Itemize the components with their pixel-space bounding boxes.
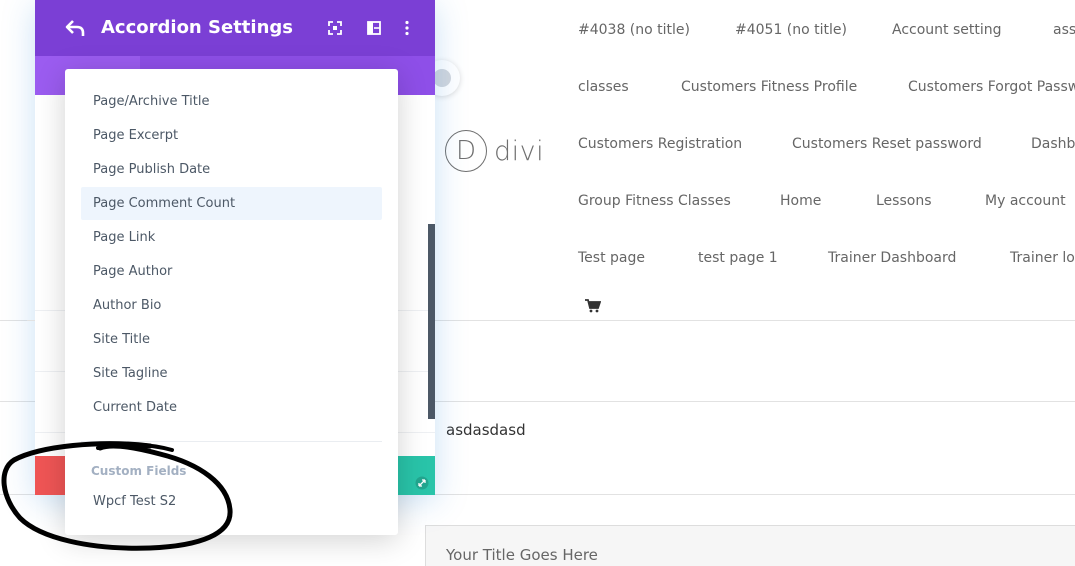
expand-icon[interactable] <box>326 19 344 37</box>
split-view-icon[interactable] <box>365 19 383 37</box>
dropdown-item[interactable]: Current Date <box>81 391 382 424</box>
nav-item[interactable]: Trainer Dashboard <box>828 250 956 266</box>
nav-item[interactable]: Dashb <box>1031 136 1075 152</box>
section-divider <box>27 320 35 321</box>
nav-item[interactable]: #4038 (no title) <box>578 22 690 38</box>
logo-mark: D <box>445 130 487 172</box>
nav-item[interactable]: Customers Fitness Profile <box>681 79 857 95</box>
nav-item[interactable]: classes <box>578 79 629 95</box>
nav-item[interactable]: Group Fitness Classes <box>578 193 731 209</box>
text-module: asdasdasd <box>446 421 526 439</box>
dropdown-item[interactable]: Site Tagline <box>81 357 382 390</box>
nav-item[interactable]: Account setting <box>892 22 1002 38</box>
more-vertical-icon[interactable] <box>398 19 416 37</box>
nav-item[interactable]: test page 1 <box>698 250 778 266</box>
dropdown-item[interactable]: Page Author <box>81 255 382 288</box>
dropdown-item[interactable]: Author Bio <box>81 289 382 322</box>
nav-item[interactable]: #4051 (no title) <box>735 22 847 38</box>
resize-icon[interactable] <box>415 476 429 490</box>
logo-text: divi <box>494 135 545 167</box>
nav-item[interactable]: Customers Reset password <box>792 136 982 152</box>
dropdown-item[interactable]: Page Publish Date <box>81 153 382 186</box>
nav-item[interactable]: Lessons <box>876 193 932 209</box>
divi-logo[interactable]: D divi <box>445 130 544 172</box>
dropdown-item-highlighted[interactable]: Page Comment Count <box>81 187 382 220</box>
dropdown-item[interactable]: Site Title <box>81 323 382 356</box>
nav-item[interactable]: ass <box>1053 22 1075 38</box>
hand-drawn-circle <box>1 441 233 551</box>
globe-icon <box>433 69 451 87</box>
nav-item[interactable]: Customers Registration <box>578 136 742 152</box>
dropdown-item[interactable]: Page Excerpt <box>81 119 382 152</box>
dropdown-item[interactable]: Page Link <box>81 221 382 254</box>
shopping-cart-icon[interactable] <box>585 299 601 313</box>
nav-item[interactable]: Trainer lo <box>1010 250 1075 266</box>
dropdown-item[interactable]: Page/Archive Title <box>81 85 382 118</box>
accordion-item[interactable]: Your Title Goes Here <box>425 525 1075 566</box>
nav-item[interactable]: Test page <box>578 250 645 266</box>
nav-item[interactable]: My account <box>985 193 1066 209</box>
accordion-title: Your Title Goes Here <box>446 546 598 564</box>
panel-title: Accordion Settings <box>101 17 293 38</box>
nav-item[interactable]: Customers Forgot Passw <box>908 79 1075 95</box>
undo-arrow-icon[interactable] <box>65 18 87 38</box>
panel-header: Accordion Settings <box>35 0 435 56</box>
save-button[interactable] <box>395 456 435 495</box>
nav-item[interactable]: Home <box>780 193 821 209</box>
panel-scrollbar[interactable] <box>428 224 435 419</box>
